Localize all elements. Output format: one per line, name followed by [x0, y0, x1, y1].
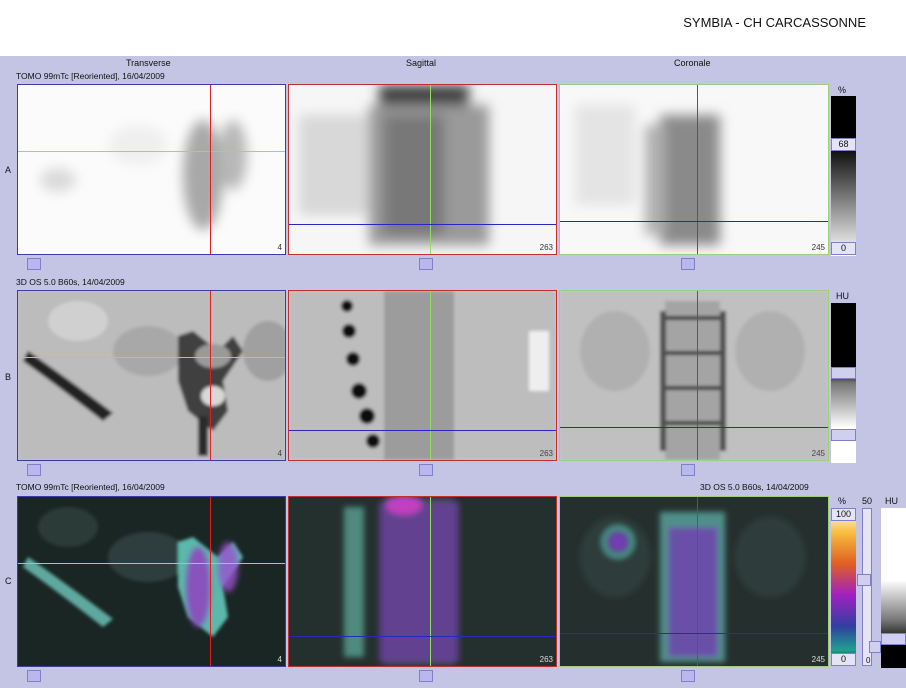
- row-c-mid-value: 50: [862, 496, 873, 506]
- row-c-hu-window-handle[interactable]: [881, 633, 906, 645]
- row-b-sagittal-crosshair-h[interactable]: [289, 430, 556, 431]
- row-c-sagittal-view[interactable]: 263: [288, 496, 557, 667]
- row-b-coronal-image: [560, 291, 828, 460]
- row-b-coronal-crosshair-v[interactable]: [697, 291, 698, 460]
- row-a-min-value[interactable]: 0: [831, 242, 856, 255]
- row-c-transverse-view[interactable]: 4: [17, 496, 286, 667]
- row-c-sagittal-slider[interactable]: [419, 670, 433, 682]
- row-a-coronal-crosshair-v[interactable]: [697, 85, 698, 254]
- row-a-sagittal-view[interactable]: 263: [288, 84, 557, 255]
- row-b-window-bottom-handle[interactable]: [831, 429, 856, 441]
- row-c-sagittal-slice: 263: [539, 655, 553, 664]
- row-a-sagittal-slider[interactable]: [419, 258, 433, 270]
- row-c-sagittal-image: [289, 497, 556, 666]
- row-b-label: B: [5, 372, 12, 382]
- row-b-coronal-slice: 245: [811, 449, 825, 458]
- row-a-info: TOMO 99mTc [Reoriented], 16/04/2009: [16, 71, 165, 81]
- row-b-window-top-handle[interactable]: [831, 367, 856, 379]
- row-b-info: 3D OS 5.0 B60s, 14/04/2009: [16, 277, 125, 287]
- row-b-transverse-crosshair-h[interactable]: [18, 357, 285, 358]
- row-c-coronal-view[interactable]: 245: [559, 496, 829, 667]
- row-a-window-value[interactable]: 68: [831, 138, 856, 151]
- row-c-info-right: 3D OS 5.0 B60s, 14/04/2009: [700, 482, 809, 492]
- column-label-coronal: Coronale: [674, 58, 711, 68]
- row-c-pct-bottom-value[interactable]: 0: [831, 653, 856, 666]
- row-c-hu-lower-handle[interactable]: [869, 641, 881, 653]
- row-a-transverse-crosshair-v[interactable]: [210, 85, 211, 254]
- row-a-coronal-slider[interactable]: [681, 258, 695, 270]
- row-a-label: A: [5, 165, 12, 175]
- row-a-sagittal-crosshair-h[interactable]: [289, 224, 556, 225]
- row-b-coronal-view[interactable]: 245: [559, 290, 829, 461]
- row-c-pct-top-value[interactable]: 100: [831, 508, 856, 521]
- row-b-transverse-crosshair-v[interactable]: [210, 291, 211, 460]
- row-b-sagittal-view[interactable]: 263: [288, 290, 557, 461]
- row-c-hu-unit: HU: [885, 496, 898, 506]
- row-a-coronal-image: [575, 105, 720, 245]
- row-a-grayscale-bar[interactable]: [831, 96, 856, 256]
- row-c-transverse-crosshair-h[interactable]: [18, 563, 285, 564]
- row-b-sagittal-image: [289, 291, 556, 460]
- row-b-transverse-image: [18, 291, 285, 460]
- row-a-coronal-crosshair-h[interactable]: [560, 221, 828, 222]
- row-a-sagittal-slice: 263: [539, 243, 553, 252]
- row-c-color-scale-bar[interactable]: [831, 508, 856, 666]
- row-c-coronal-image: [560, 497, 828, 666]
- row-a-scale-unit: %: [838, 85, 847, 95]
- row-a-sagittal-crosshair-v[interactable]: [430, 85, 431, 254]
- row-c-transverse-crosshair-v[interactable]: [210, 497, 211, 666]
- row-c-transverse-slice: 4: [277, 655, 282, 664]
- row-a-transverse-slice: 4: [277, 243, 282, 252]
- row-c-coronal-slider[interactable]: [681, 670, 695, 682]
- row-b-transverse-view[interactable]: 4: [17, 290, 286, 461]
- row-c-info: TOMO 99mTc [Reoriented], 16/04/2009: [16, 482, 165, 492]
- row-c-label: C: [5, 576, 12, 586]
- row-b-coronal-slider[interactable]: [681, 464, 695, 476]
- row-a-transverse-crosshair-h[interactable]: [18, 151, 285, 152]
- row-b-transverse-slider[interactable]: [27, 464, 41, 476]
- row-c-hu-bottom-value: 0: [866, 656, 871, 665]
- row-c-transverse-image: [18, 497, 285, 666]
- row-c-sagittal-crosshair-v[interactable]: [430, 497, 431, 666]
- row-a-coronal-slice: 245: [811, 243, 825, 252]
- row-a-transverse-image: [40, 120, 247, 230]
- column-label-transverse: Transverse: [126, 58, 171, 68]
- row-c-blend-slider-handle[interactable]: [857, 574, 871, 586]
- row-c-coronal-slice: 245: [811, 655, 825, 664]
- column-label-sagittal: Sagittal: [406, 58, 437, 68]
- row-b-transverse-slice: 4: [277, 449, 282, 458]
- row-c-coronal-crosshair-v[interactable]: [697, 497, 698, 666]
- row-a-transverse-view[interactable]: 4: [17, 84, 286, 255]
- header-title: SYMBIA - CH CARCASSONNE: [683, 15, 866, 30]
- row-c-coronal-crosshair-h[interactable]: [560, 633, 828, 634]
- row-b-coronal-crosshair-h[interactable]: [560, 427, 828, 428]
- row-b-scale-unit: HU: [836, 291, 849, 301]
- row-b-sagittal-slider[interactable]: [419, 464, 433, 476]
- row-b-sagittal-slice: 263: [539, 449, 553, 458]
- row-a-coronal-view[interactable]: 245: [559, 84, 829, 255]
- row-c-pct-unit: %: [838, 496, 847, 506]
- row-b-sagittal-crosshair-v[interactable]: [430, 291, 431, 460]
- row-a-transverse-slider[interactable]: [27, 258, 41, 270]
- row-c-transverse-slider[interactable]: [27, 670, 41, 682]
- row-a-sagittal-image: [299, 85, 489, 245]
- header-bar: SYMBIA - CH CARCASSONNE: [0, 0, 906, 56]
- row-c-sagittal-crosshair-h[interactable]: [289, 636, 556, 637]
